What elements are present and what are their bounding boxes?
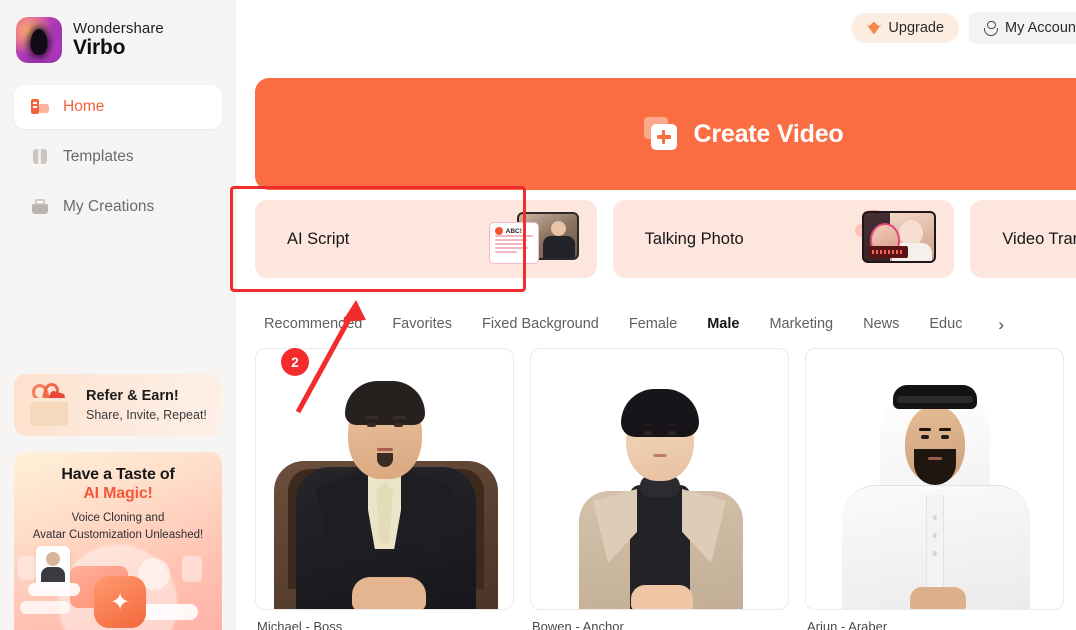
sidebar-item-label: My Creations bbox=[63, 198, 155, 215]
sidebar-item-my-creations[interactable]: My Creations bbox=[14, 185, 222, 229]
talking-photo-thumb bbox=[842, 210, 937, 268]
upgrade-button[interactable]: Upgrade bbox=[851, 13, 960, 43]
promo-line1: Have a Taste of bbox=[61, 466, 175, 483]
avatar-name: Michael - Boss bbox=[257, 619, 343, 630]
avatar-thumbnail[interactable] bbox=[805, 348, 1064, 610]
avatar-card-bowen[interactable]: Bowen - Anchor bbox=[530, 348, 789, 630]
sidebar-item-home[interactable]: Home bbox=[14, 85, 222, 129]
avatar-card-michael[interactable]: Michael - Boss bbox=[255, 348, 514, 630]
tab-marketing[interactable]: Marketing bbox=[769, 316, 833, 332]
feature-card-talking-photo[interactable]: Talking Photo bbox=[612, 200, 955, 278]
account-label: My Account bbox=[1005, 20, 1076, 36]
tab-recommended[interactable]: Recommended bbox=[264, 316, 362, 332]
tab-fixed-background[interactable]: Fixed Background bbox=[482, 316, 599, 332]
tab-female[interactable]: Female bbox=[629, 316, 677, 332]
avatar-thumbnail[interactable] bbox=[530, 348, 789, 610]
virbo-app-window: Wondershare Virbo Home Templates My Crea… bbox=[0, 0, 1076, 630]
feature-label: AI Script bbox=[287, 229, 350, 248]
magic-star-icon: ✦ bbox=[94, 576, 146, 628]
avatar-thumbnail[interactable] bbox=[255, 348, 514, 610]
sidebar-item-label: Home bbox=[63, 98, 105, 115]
annotation-step-badge: 2 bbox=[281, 348, 309, 376]
brand-company: Wondershare bbox=[73, 19, 164, 37]
refer-title: Refer & Earn! bbox=[86, 387, 179, 404]
chevron-right-icon[interactable]: › bbox=[998, 316, 1004, 333]
brand: Wondershare Virbo bbox=[14, 0, 222, 64]
promo-sub-line1: Voice Cloning and bbox=[71, 512, 165, 524]
sidebar-item-templates[interactable]: Templates bbox=[14, 135, 222, 179]
my-account-button[interactable]: My Account bbox=[969, 12, 1076, 44]
ai-magic-promo-card[interactable]: Have a Taste of AI Magic! Voice Cloning … bbox=[14, 452, 222, 630]
avatar-card-arjun[interactable]: Arjun - Araber bbox=[805, 348, 1064, 630]
templates-icon bbox=[30, 147, 50, 167]
brand-product: Virbo bbox=[73, 36, 126, 60]
person-icon bbox=[983, 20, 999, 36]
category-tabs-row: Recommended Favorites Fixed Background F… bbox=[255, 300, 1076, 348]
upgrade-label: Upgrade bbox=[888, 20, 945, 36]
feature-label: Video Translate bbox=[1002, 229, 1076, 248]
feature-label: Talking Photo bbox=[644, 229, 744, 248]
feature-card-video-translate[interactable]: Video Translate bbox=[970, 200, 1076, 278]
feature-cards: AI Script ABC! Talking Photo Video Tra bbox=[255, 200, 1076, 278]
home-icon bbox=[30, 97, 50, 117]
creations-icon bbox=[30, 197, 50, 217]
avatar-name: Arjun - Araber bbox=[807, 619, 888, 630]
create-video-label: Create Video bbox=[693, 119, 844, 148]
gift-box-icon bbox=[22, 380, 80, 430]
sidebar: Wondershare Virbo Home Templates My Crea… bbox=[0, 0, 236, 630]
feature-card-ai-script[interactable]: AI Script ABC! bbox=[255, 200, 597, 278]
add-video-icon bbox=[643, 117, 680, 151]
crown-icon bbox=[866, 22, 881, 35]
tab-news[interactable]: News bbox=[863, 316, 899, 332]
virbo-logo-icon bbox=[16, 17, 62, 63]
refer-subtitle: Share, Invite, Repeat! bbox=[86, 407, 207, 422]
tab-favorites[interactable]: Favorites bbox=[392, 316, 452, 332]
sidebar-item-label: Templates bbox=[63, 148, 134, 165]
main-content: Upgrade My Account Create Video AI Scrip… bbox=[236, 0, 1076, 630]
ai-script-thumb: ABC! bbox=[485, 210, 579, 268]
promo-illustration: ✦ bbox=[14, 534, 222, 630]
category-tabs: Recommended Favorites Fixed Background F… bbox=[255, 316, 1004, 333]
create-video-banner[interactable]: Create Video bbox=[255, 78, 1076, 190]
tab-education[interactable]: Education bbox=[929, 316, 962, 332]
avatar-name: Bowen - Anchor bbox=[532, 619, 624, 630]
sidebar-nav: Home Templates My Creations bbox=[14, 85, 222, 229]
refer-and-earn-card[interactable]: Refer & Earn! Share, Invite, Repeat! bbox=[14, 374, 222, 436]
promo-line2: AI Magic! bbox=[83, 485, 153, 502]
tab-male[interactable]: Male bbox=[707, 316, 739, 332]
top-bar: Upgrade My Account bbox=[236, 0, 1076, 56]
avatar-grid: Michael - Boss Bowen - Anchor Arjun - Ar… bbox=[255, 348, 1076, 630]
